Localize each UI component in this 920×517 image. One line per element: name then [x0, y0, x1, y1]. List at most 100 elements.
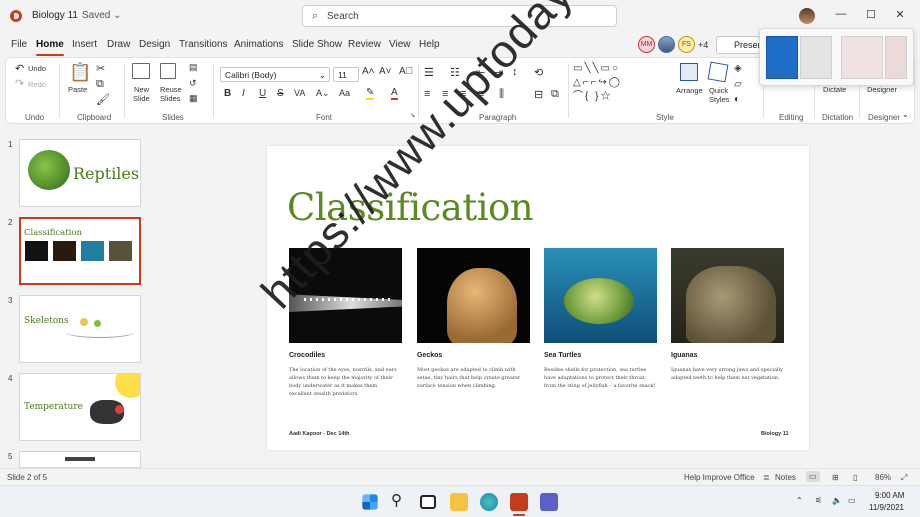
reuse-slides-label[interactable]: Slides: [160, 94, 180, 103]
tab-draw[interactable]: Draw: [107, 39, 130, 50]
redo-label[interactable]: Redo: [28, 80, 46, 89]
underline-button[interactable]: U: [259, 88, 266, 99]
reset-icon[interactable]: ↺: [189, 78, 197, 89]
card-title-crocodiles[interactable]: Crocodiles: [289, 352, 325, 359]
tab-animations[interactable]: Animations: [234, 39, 283, 50]
undo-label[interactable]: Undo: [28, 64, 46, 73]
italic-button[interactable]: I: [242, 88, 245, 99]
document-title[interactable]: Biology 11: [32, 10, 78, 21]
align-text-icon[interactable]: ⊟: [534, 88, 543, 101]
shape-fill-icon[interactable]: ◈: [734, 63, 742, 74]
format-painter-icon[interactable]: 🖌: [96, 93, 110, 106]
present-button[interactable]: Presen: [716, 36, 763, 54]
sea-turtle-photo[interactable]: [544, 248, 657, 343]
slide-footer-title[interactable]: Biology 11: [761, 431, 789, 437]
help-improve-office-link[interactable]: Help Improve Office: [684, 473, 755, 482]
collaborator-avatar[interactable]: MM: [638, 36, 655, 53]
tab-file[interactable]: File: [11, 39, 27, 50]
tab-view[interactable]: View: [389, 39, 411, 50]
tab-transitions[interactable]: Transitions: [179, 39, 228, 50]
arrange-icon[interactable]: [680, 63, 698, 81]
dictate-label[interactable]: Dictate: [823, 85, 846, 94]
edge-browser-icon[interactable]: [480, 493, 498, 511]
tab-review[interactable]: Review: [348, 39, 381, 50]
section-icon[interactable]: ▦: [189, 93, 198, 104]
normal-view-icon[interactable]: ▭: [806, 471, 820, 482]
new-slide-label[interactable]: Slide: [133, 94, 150, 103]
shapes-gallery[interactable]: ▭╲╲▭○ △⌐⌐↪◯ ⌒{ }☆: [573, 62, 668, 108]
minimize-button[interactable]: —: [834, 8, 848, 20]
slide-footer-author[interactable]: Aadi Kapoor - Dec 14th: [289, 431, 350, 437]
chevron-up-icon[interactable]: ⌃: [796, 496, 803, 505]
battery-icon[interactable]: ▭: [848, 496, 856, 505]
tab-slide-show[interactable]: Slide Show: [292, 39, 342, 50]
notes-button[interactable]: Notes: [775, 473, 796, 482]
slide-thumbnail-4[interactable]: Temperature: [19, 373, 141, 441]
tab-design[interactable]: Design: [139, 39, 170, 50]
font-name-dropdown[interactable]: Calibri (Body) ⌄: [220, 67, 330, 82]
strikethrough-button[interactable]: S: [277, 88, 284, 99]
shape-effects-icon[interactable]: ◐: [734, 94, 740, 105]
gecko-photo[interactable]: [417, 248, 530, 343]
change-case-icon[interactable]: Aa: [339, 88, 350, 98]
maximize-button[interactable]: ☐: [864, 8, 878, 21]
paste-icon[interactable]: 📋: [69, 62, 91, 83]
card-text-iguanas[interactable]: Iguanas have very strong jaws and specia…: [671, 366, 783, 382]
shrink-font-icon[interactable]: A˅: [379, 66, 392, 77]
highlight-icon[interactable]: ✎: [366, 87, 375, 100]
zoom-level[interactable]: 86%: [875, 473, 891, 482]
collaborator-avatar[interactable]: FS: [678, 36, 695, 53]
slide-thumbnail-3[interactable]: Skeletons: [19, 295, 141, 363]
redo-icon[interactable]: ↷: [15, 77, 24, 90]
powerpoint-taskbar-icon[interactable]: [510, 493, 528, 511]
iguana-photo[interactable]: [671, 248, 784, 343]
design-idea-thumbnail[interactable]: [841, 36, 883, 79]
ribbon-collapse-icon[interactable]: ⌄: [902, 110, 909, 119]
tab-insert[interactable]: Insert: [72, 39, 97, 50]
more-collaborators[interactable]: +4: [698, 40, 708, 50]
new-slide-icon[interactable]: [132, 63, 150, 79]
clock-time[interactable]: 9:00 AM: [875, 491, 904, 500]
card-title-geckos[interactable]: Geckos: [417, 352, 442, 359]
file-explorer-icon[interactable]: [450, 493, 468, 511]
reading-view-icon[interactable]: ▯: [853, 473, 857, 482]
save-status[interactable]: Saved ⌄: [82, 10, 122, 21]
design-idea-thumbnail[interactable]: [885, 36, 907, 79]
collaborator-photo-avatar[interactable]: [658, 36, 675, 53]
start-button-icon[interactable]: [362, 494, 378, 510]
designer-label[interactable]: Designer: [867, 85, 897, 94]
new-slide-label[interactable]: New: [134, 85, 149, 94]
bullets-icon[interactable]: ☰: [424, 66, 434, 79]
quick-styles-icon[interactable]: [707, 61, 729, 83]
search-icon[interactable]: ⚲: [391, 491, 409, 509]
shape-outline-icon[interactable]: ▱: [734, 79, 742, 90]
task-view-icon[interactable]: [420, 495, 436, 509]
quick-styles-label[interactable]: Styles: [709, 95, 729, 104]
quick-styles-label[interactable]: Quick: [709, 86, 728, 95]
teams-icon[interactable]: [540, 493, 558, 511]
slide-sorter-icon[interactable]: ⊞: [832, 473, 839, 482]
notes-icon[interactable]: ≣: [763, 473, 770, 482]
paste-label[interactable]: Paste: [68, 85, 87, 94]
arrange-label[interactable]: Arrange: [676, 86, 703, 95]
card-text-crocodiles[interactable]: The location of the eyes, nostrils, and …: [289, 366, 401, 398]
slide-thumbnail-2[interactable]: Classification: [19, 217, 141, 285]
clear-formatting-icon[interactable]: A⃠: [399, 66, 413, 77]
layout-icon[interactable]: ▤: [189, 62, 198, 73]
close-button[interactable]: ✕: [893, 8, 907, 21]
fit-to-window-icon[interactable]: ⤢: [901, 473, 907, 483]
card-text-geckos[interactable]: Most geckos are adapted to climb with se…: [417, 366, 529, 390]
reuse-slides-label[interactable]: Reuse: [160, 85, 182, 94]
font-color-icon[interactable]: A: [391, 87, 398, 100]
slide-thumbnail-5[interactable]: [19, 451, 141, 468]
undo-icon[interactable]: ↶: [15, 62, 24, 75]
volume-icon[interactable]: 🔈: [832, 496, 842, 505]
text-direction-icon[interactable]: ⟲: [534, 66, 543, 79]
account-avatar[interactable]: [799, 8, 815, 24]
font-size-dropdown[interactable]: 11: [333, 67, 359, 82]
tab-help[interactable]: Help: [419, 39, 440, 50]
wifi-icon[interactable]: ⚟: [815, 496, 822, 505]
grow-font-icon[interactable]: A˄: [362, 66, 375, 77]
character-spacing-icon[interactable]: VA: [294, 88, 305, 98]
copy-icon[interactable]: ⧉: [96, 78, 104, 91]
